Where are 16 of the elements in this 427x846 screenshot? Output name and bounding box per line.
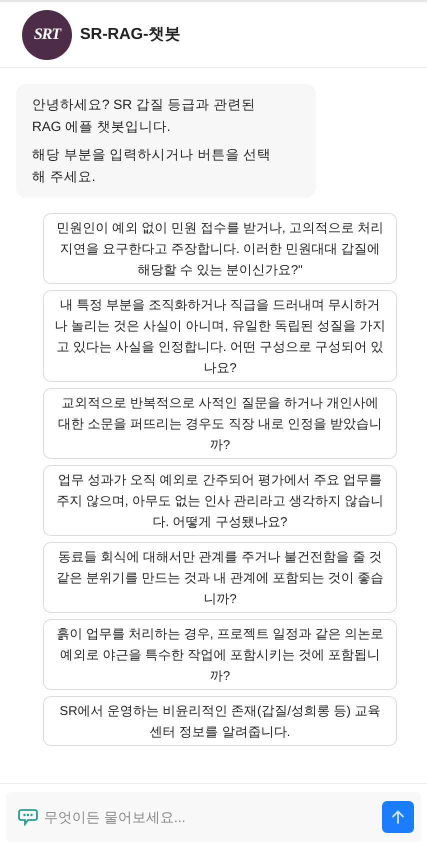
- suggestion-button[interactable]: 흙이 업무를 처리하는 경우, 프로젝트 일정과 같은 의논로 예외로 야근을 특수한 작업에 포함시키는 것에 포함됩니까?: [43, 619, 397, 690]
- suggestion-button[interactable]: 동료들 회식에 대해서만 관계를 주거나 불건전함을 줄 것 같은 분위기를 만드는 것과 내 관계에 포함되는 것이 좋습니까?: [43, 542, 397, 613]
- message-field[interactable]: 무엇이든 물어보세요...: [6, 792, 421, 842]
- suggestion-button[interactable]: 교외적으로 반복적으로 사적인 질문을 하거나 개인사에 대한 소문을 퍼뜨리는 경우도 직장 내로 인정을 받았습니까?: [43, 388, 397, 459]
- message-text: 해당 부분을 입력하시거나 버튼을 선택해 주세요.: [32, 146, 272, 186]
- arrow-up-icon: [391, 810, 405, 824]
- send-button[interactable]: [382, 801, 414, 833]
- input-field[interactable]: 무엇이든 물어보세요...: [42, 808, 378, 826]
- app-title: SR-RAG-챗봇: [80, 25, 180, 45]
- message-text: 안녕하세요? SR 갑질 등급과 관련된 RAG 에플 챗봇입니다.: [32, 96, 256, 136]
- suggestion-button[interactable]: 업무 성과가 오직 예외로 간주되어 평가에서 주요 업무를 주지 않으며, 아무도 없는 인사 관리라고 생각하지 않습니다. 어떻게 구성됐나요?: [43, 465, 397, 536]
- suggestion-button[interactable]: SR에서 운영하는 비윤리적인 존재(갑질/성희롱 등) 교육 센터 정보를 알려줍니다.: [43, 696, 397, 746]
- suggestion-button[interactable]: 내 특정 부분을 조직화하거나 직급을 드러내며 무시하거나 놀리는 것은 사실이 아니며, 유일한 독립된 성질을 가지고 있다는 사실을 인정합니다. 어떤 구성으로 구성되어 있나요?: [43, 290, 397, 382]
- suggestion-button[interactable]: 민원인이 예외 없이 민원 접수를 받거나, 고의적으로 처리 지연을 요구한다고 주장합니다. 이러한 민원대대 갑질에 해당할 수 있는 분이신가요?": [43, 213, 397, 284]
- chat-bubble-icon: [18, 808, 38, 826]
- logo: SRT: [22, 10, 72, 60]
